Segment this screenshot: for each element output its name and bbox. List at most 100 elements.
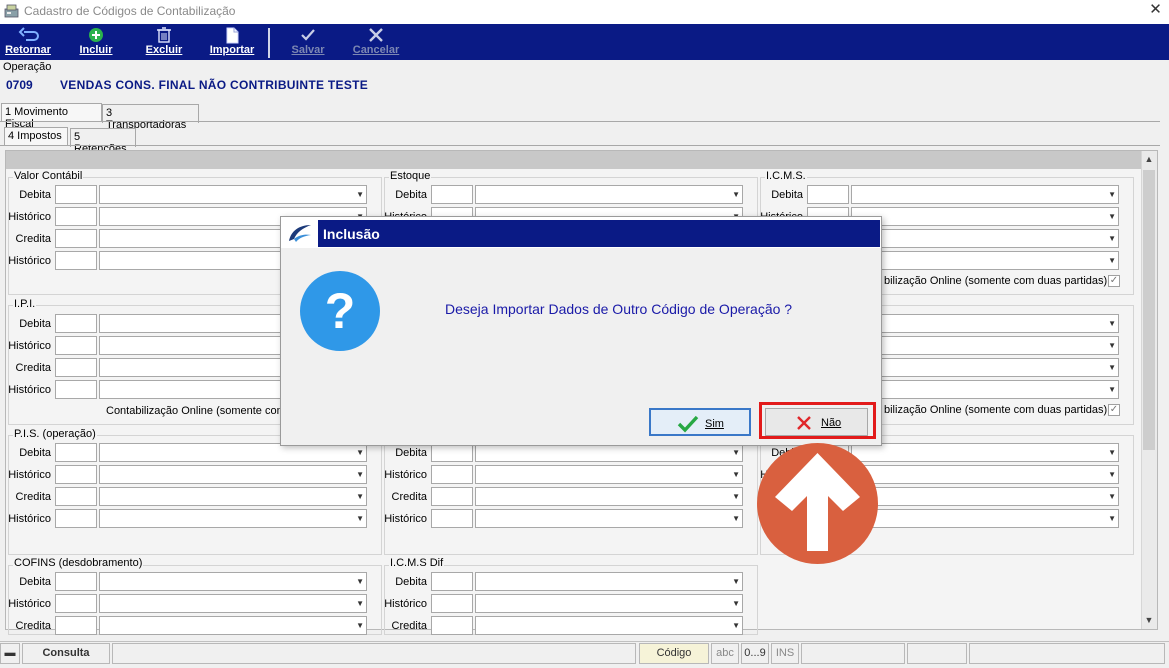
dialog-message: Deseja Importar Dados de Outro Código de…: [445, 301, 793, 317]
account-select[interactable]: ▼: [851, 207, 1119, 226]
account-code-input[interactable]: [55, 572, 97, 591]
account-select[interactable]: ▼: [851, 509, 1119, 528]
account-code-input[interactable]: [55, 487, 97, 506]
scroll-up-icon[interactable]: ▲: [1141, 151, 1157, 168]
salvar-label: Salvar: [291, 44, 325, 56]
chevron-down-icon: ▼: [356, 577, 364, 586]
incluir-label: Incluir: [79, 44, 113, 56]
importar-button[interactable]: Importar: [204, 24, 260, 60]
trash-icon: [157, 27, 171, 43]
online-checkbox-icms[interactable]: ✓: [1108, 275, 1120, 287]
account-code-input[interactable]: [807, 185, 849, 204]
account-select[interactable]: ▼: [475, 616, 743, 635]
return-arrow-icon: [18, 27, 39, 41]
status-field: Código: [639, 643, 709, 664]
row-label-historico: Histórico: [8, 340, 51, 352]
operation-code: 0709: [6, 78, 33, 92]
tab-impostos[interactable]: 4 Impostos: [4, 127, 68, 146]
group-title: I.C.M.S.: [765, 170, 807, 182]
account-select[interactable]: ▼: [475, 185, 743, 204]
account-code-input[interactable]: [55, 616, 97, 635]
account-code-input[interactable]: [431, 594, 473, 613]
account-code-input[interactable]: [431, 572, 473, 591]
account-code-input[interactable]: [431, 487, 473, 506]
cancelar-label: Cancelar: [352, 44, 400, 56]
row-label-historico: Histórico: [384, 469, 427, 481]
account-select[interactable]: ▼: [851, 358, 1119, 377]
account-code-input[interactable]: [55, 251, 97, 270]
account-code-input[interactable]: [55, 207, 97, 226]
account-code-input[interactable]: [55, 185, 97, 204]
account-select[interactable]: ▼: [475, 509, 743, 528]
dialog-title: Inclusão: [323, 226, 380, 242]
online-label-icms: bilização Online (somente com duas parti…: [884, 275, 1108, 287]
account-select[interactable]: ▼: [851, 380, 1119, 399]
account-code-input[interactable]: [431, 465, 473, 484]
operation-description: VENDAS CONS. FINAL NÃO CONTRIBUINTE TEST…: [60, 78, 369, 92]
excluir-button[interactable]: Excluir: [142, 24, 186, 60]
account-select[interactable]: ▼: [851, 465, 1119, 484]
account-select[interactable]: ▼: [851, 487, 1119, 506]
account-code-input[interactable]: [55, 358, 97, 377]
cancelar-button[interactable]: Cancelar: [349, 24, 403, 60]
account-select[interactable]: ▼: [851, 229, 1119, 248]
account-select[interactable]: ▼: [851, 336, 1119, 355]
row-label-credita: Credita: [391, 491, 427, 503]
account-select[interactable]: ▼: [851, 185, 1119, 204]
sim-label: Sim: [705, 418, 724, 430]
online-checkbox-right2[interactable]: ✓: [1108, 404, 1120, 416]
up-arrow-annotation-icon: [757, 443, 878, 564]
status-empty: [969, 643, 1165, 664]
incluir-button[interactable]: Incluir: [76, 24, 116, 60]
close-icon[interactable]: ✕: [1142, 0, 1169, 22]
chevron-down-icon: ▼: [1108, 190, 1116, 199]
retornar-button[interactable]: Retornar: [2, 24, 54, 60]
row-label-historico: Histórico: [8, 598, 51, 610]
account-code-input[interactable]: [55, 336, 97, 355]
account-select[interactable]: ▼: [99, 616, 367, 635]
account-select[interactable]: ▼: [99, 465, 367, 484]
chevron-down-icon: ▼: [356, 492, 364, 501]
account-select[interactable]: ▼: [99, 487, 367, 506]
account-code-input[interactable]: [55, 443, 97, 462]
account-code-input[interactable]: [431, 185, 473, 204]
row-label-debita: Debita: [19, 318, 51, 330]
account-code-input[interactable]: [55, 509, 97, 528]
chevron-down-icon: ▼: [1108, 319, 1116, 328]
account-code-input[interactable]: [55, 314, 97, 333]
checkmark-icon: [301, 29, 315, 41]
account-select[interactable]: ▼: [475, 572, 743, 591]
account-select[interactable]: ▼: [851, 251, 1119, 270]
account-code-input[interactable]: [431, 616, 473, 635]
row-label-historico: Histórico: [8, 255, 51, 267]
account-code-input[interactable]: [55, 594, 97, 613]
chevron-down-icon: ▼: [1108, 341, 1116, 350]
account-code-input[interactable]: [55, 229, 97, 248]
app-logo-icon: [289, 225, 311, 242]
account-select[interactable]: ▼: [99, 185, 367, 204]
row-label-debita: Debita: [771, 189, 803, 201]
scroll-thumb[interactable]: [1143, 170, 1155, 450]
chevron-down-icon: ▼: [1108, 234, 1116, 243]
account-select[interactable]: ▼: [475, 465, 743, 484]
tab-movimento-fiscal[interactable]: 1 Movimento Fiscal: [1, 103, 102, 130]
account-select[interactable]: ▼: [99, 594, 367, 613]
sim-button[interactable]: Sim: [649, 408, 751, 436]
account-select[interactable]: ▼: [99, 509, 367, 528]
status-range: 0...9: [741, 643, 769, 664]
account-code-input[interactable]: [55, 380, 97, 399]
online-label-right2: bilização Online (somente com duas parti…: [884, 404, 1108, 416]
row-label-credita: Credita: [15, 620, 51, 632]
account-code-input[interactable]: [55, 465, 97, 484]
account-select[interactable]: ▼: [475, 594, 743, 613]
chevron-down-icon: ▼: [356, 470, 364, 479]
chevron-down-icon: ▼: [1108, 470, 1116, 479]
chevron-down-icon: ▼: [732, 577, 740, 586]
account-select[interactable]: ▼: [851, 314, 1119, 333]
account-select[interactable]: ▼: [851, 443, 1119, 462]
account-select[interactable]: ▼: [99, 572, 367, 591]
account-code-input[interactable]: [431, 509, 473, 528]
account-select[interactable]: ▼: [475, 487, 743, 506]
salvar-button[interactable]: Salvar: [286, 24, 330, 60]
scroll-down-icon[interactable]: ▼: [1141, 612, 1157, 629]
